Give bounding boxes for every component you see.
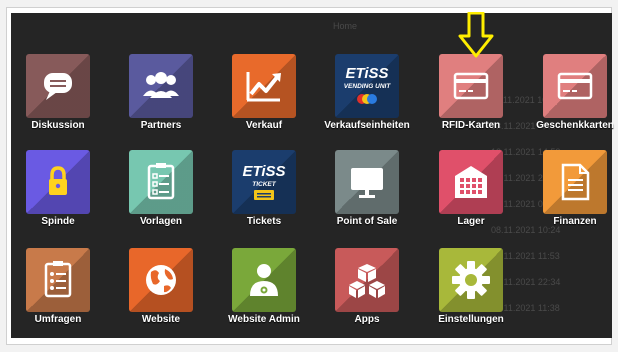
app-einstellungen[interactable]: Einstellungen (427, 248, 515, 336)
app-label: Website (141, 314, 181, 325)
survey-clipboard-icon (44, 261, 72, 298)
app-label: Apps (354, 314, 380, 325)
padlock-icon (49, 166, 67, 195)
globe-icon (146, 265, 176, 295)
document-icon (561, 163, 590, 201)
card-icon (453, 72, 489, 100)
highlight-arrow-icon (458, 12, 494, 58)
header-label: Home (333, 21, 358, 31)
logo-sub: TICKET (252, 181, 277, 188)
app-tile[interactable] (26, 150, 90, 214)
app-website-admin[interactable]: Website Admin (220, 248, 308, 336)
card-icon (557, 72, 593, 100)
app-tile[interactable] (439, 54, 503, 118)
app-label: Verkaufseinheiten (324, 120, 410, 131)
app-tickets[interactable]: ETiSS TICKET Tickets (220, 150, 308, 238)
monitor-icon (351, 168, 383, 198)
admin-user-icon (250, 264, 278, 296)
cubes-icon (349, 264, 385, 298)
app-partners[interactable]: Partners (117, 54, 205, 142)
etiss-vending-logo: ETiSSVENDING UNIT (344, 65, 392, 104)
app-point-of-sale[interactable]: Point of Sale (323, 150, 411, 238)
app-label: RFID-Karten (441, 120, 501, 131)
app-tile[interactable] (439, 150, 503, 214)
app-label: Diskussion (31, 120, 85, 131)
app-tile[interactable] (26, 54, 90, 118)
app-tile[interactable] (129, 248, 193, 312)
app-label: Partners (140, 120, 182, 131)
people-icon (143, 72, 179, 98)
app-tile[interactable]: ETiSS VENDING UNIT (335, 54, 399, 118)
app-label: Umfragen (34, 314, 82, 325)
app-umfragen[interactable]: Umfragen (14, 248, 102, 336)
warehouse-icon (455, 166, 487, 198)
app-tile[interactable] (543, 150, 607, 214)
app-label: Geschenkkarten (536, 120, 614, 131)
app-tile[interactable] (543, 54, 607, 118)
app-label: Vorlagen (139, 216, 183, 227)
app-tile[interactable] (335, 150, 399, 214)
app-diskussion[interactable]: Diskussion (14, 54, 102, 142)
app-tile[interactable] (232, 54, 296, 118)
gear-icon (452, 261, 490, 299)
app-label: Verkauf (245, 120, 283, 131)
app-tile[interactable] (129, 150, 193, 214)
app-lager[interactable]: Lager (427, 150, 515, 238)
app-tile[interactable] (439, 248, 503, 312)
logo-text: ETiSS (242, 163, 285, 180)
logo-sub: VENDING UNIT (344, 83, 392, 90)
clipboard-icon (147, 163, 175, 200)
trend-chart-icon (246, 72, 281, 102)
app-label: Point of Sale (336, 216, 398, 227)
app-tile[interactable] (335, 248, 399, 312)
app-verkaufseinheiten[interactable]: ETiSS VENDING UNIT Verkaufseinheiten (323, 54, 411, 142)
app-tile[interactable]: ETiSS TICKET (232, 150, 296, 214)
app-label: Tickets (246, 216, 282, 227)
app-vorlagen[interactable]: Vorlagen (117, 150, 205, 238)
app-tile[interactable] (232, 248, 296, 312)
app-website[interactable]: Website (117, 248, 205, 336)
app-label: Einstellungen (438, 314, 504, 325)
app-verkauf[interactable]: Verkauf (220, 54, 308, 142)
app-label: Lager (457, 216, 485, 227)
app-spinde[interactable]: Spinde (14, 150, 102, 238)
logo-text: ETiSS (345, 65, 388, 82)
app-apps[interactable]: Apps (323, 248, 411, 336)
app-geschenkkarten[interactable]: Geschenkkarten (531, 54, 618, 142)
app-tile[interactable] (26, 248, 90, 312)
app-label: Spinde (41, 216, 75, 227)
etiss-ticket-logo: ETiSSTICKET (242, 163, 286, 200)
chat-bubble-icon (44, 73, 72, 100)
app-rfid-karten[interactable]: RFID-Karten (427, 54, 515, 142)
app-label: Website Admin (228, 314, 300, 325)
app-finanzen[interactable]: Finanzen (531, 150, 618, 238)
app-tile[interactable] (129, 54, 193, 118)
app-label: Finanzen (553, 216, 597, 227)
